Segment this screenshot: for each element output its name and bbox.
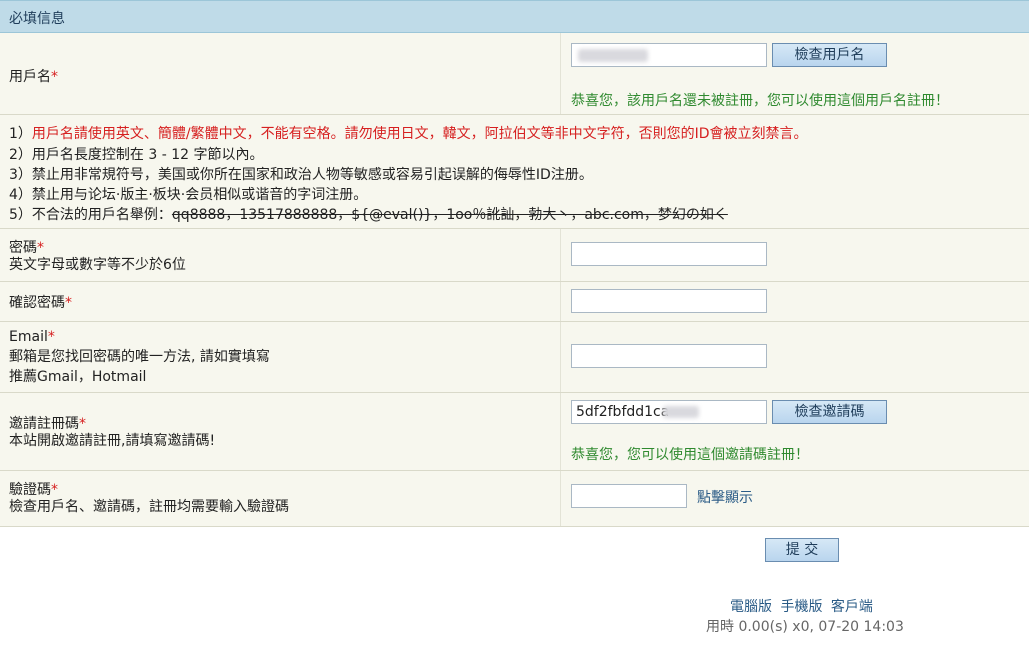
- check-username-button[interactable]: 檢查用戶名: [772, 43, 887, 67]
- password-input[interactable]: [571, 242, 767, 266]
- redacted-username: [578, 49, 648, 62]
- rule-3: 3）禁止用非常規符号，美国或你所在国家和政治人物等敏感或容易引起误解的侮辱性ID…: [9, 167, 593, 183]
- client-link[interactable]: 客戶端: [831, 599, 873, 615]
- email-input[interactable]: [571, 344, 767, 368]
- check-invite-code-button[interactable]: 檢查邀請碼: [772, 400, 887, 424]
- required-mark: *: [37, 240, 44, 256]
- captcha-input[interactable]: [571, 484, 687, 508]
- password-row: 密碼* 英文字母或數字等不少於6位: [0, 229, 1029, 282]
- username-row: 用戶名* 檢查用戶名 恭喜您，該用戶名還未被註冊，您可以使用這個用戶名註冊！: [0, 33, 1029, 115]
- invite-code-success-message: 恭喜您，您可以使用這個邀請碼註冊！: [571, 447, 809, 463]
- email-hint: 推薦Gmail，Hotmail: [9, 369, 147, 385]
- rule-5: 5）不合法的用戶名舉例：qq8888，13517888888，${@eval()…: [9, 207, 728, 223]
- footer-links: 電腦版 手機版 客戶端: [730, 596, 873, 616]
- required-mark: *: [65, 295, 72, 311]
- username-label: 用戶名*: [9, 69, 58, 85]
- invite-code-row: 邀請註冊碼* 本站開啟邀請註冊,請填寫邀請碼! 檢查邀請碼 恭喜您，您可以使用這…: [0, 393, 1029, 471]
- confirm-password-label: 確認密碼*: [9, 295, 72, 311]
- email-row: Email* 郵箱是您找回密碼的唯一方法, 請如實填寫 推薦Gmail，Hotm…: [0, 322, 1029, 393]
- redacted-invite-code: [663, 406, 699, 418]
- invite-code-hint: 本站開啟邀請註冊,請填寫邀請碼!: [9, 433, 216, 449]
- password-label: 密碼*: [9, 240, 44, 256]
- captcha-row: 驗證碼* 檢查用戶名、邀請碼，註冊均需要輸入驗證碼 點擊顯示: [0, 471, 1029, 527]
- invalid-username-examples: qq8888，13517888888，${@eval()}，1oo％訛訕，勃大丶…: [171, 207, 728, 223]
- submit-button[interactable]: 提 交: [765, 538, 839, 562]
- mobile-version-link[interactable]: 手機版: [780, 599, 822, 615]
- confirm-password-row: 確認密碼*: [0, 282, 1029, 322]
- rule-1: 1）用戶名請使用英文、簡體/繁體中文，不能有空格。請勿使用日文，韓文，阿拉伯文等…: [9, 126, 808, 142]
- captcha-label: 驗證碼*: [9, 482, 58, 498]
- footer-meta: 用時 0.00(s) x0, 07-20 14:03: [706, 619, 904, 635]
- captcha-hint: 檢查用戶名、邀請碼，註冊均需要輸入驗證碼: [9, 499, 289, 515]
- required-mark: *: [79, 416, 86, 432]
- desktop-version-link[interactable]: 電腦版: [730, 599, 772, 615]
- password-hint: 英文字母或數字等不少於6位: [9, 257, 186, 273]
- required-mark: *: [51, 69, 58, 85]
- section-title: 必填信息: [9, 11, 65, 27]
- email-hint-important: 郵箱是您找回密碼的唯一方法, 請如實填寫: [9, 349, 270, 365]
- username-success-message: 恭喜您，該用戶名還未被註冊，您可以使用這個用戶名註冊！: [571, 93, 949, 109]
- username-rules: 1）用戶名請使用英文、簡體/繁體中文，不能有空格。請勿使用日文，韓文，阿拉伯文等…: [0, 115, 1029, 229]
- section-header: 必填信息: [0, 0, 1029, 33]
- invite-code-label: 邀請註冊碼*: [9, 416, 86, 432]
- required-mark: *: [47, 329, 55, 345]
- email-label: Email*: [9, 329, 55, 345]
- rule-4: 4）禁止用与论坛·版主·板块·会员相似或谐音的字词注册。: [9, 187, 368, 203]
- show-captcha-link[interactable]: 點擊顯示: [697, 487, 753, 507]
- rule-2: 2）用戶名長度控制在 3 - 12 字節以內。: [9, 147, 264, 163]
- confirm-password-input[interactable]: [571, 289, 767, 313]
- required-mark: *: [51, 482, 58, 498]
